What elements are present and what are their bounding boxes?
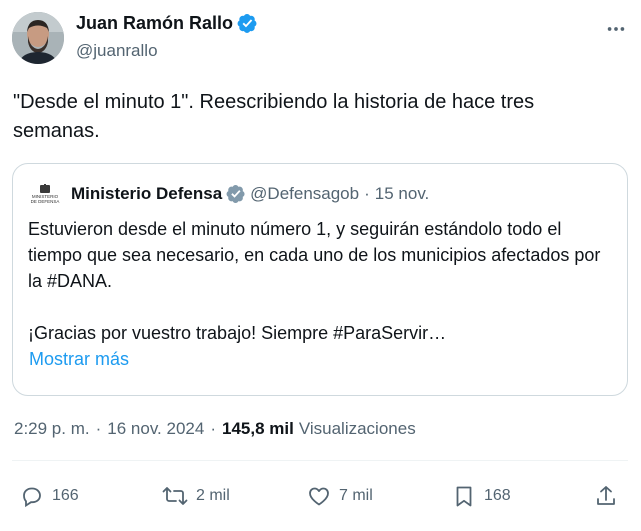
author-display-name[interactable]: Juan Ramón Rallo <box>76 13 233 34</box>
avatar[interactable] <box>12 12 64 64</box>
views-label: Visualizaciones <box>298 419 416 438</box>
bookmark-icon <box>456 486 472 507</box>
tweet-time[interactable]: 2:29 p. m. <box>14 419 90 439</box>
bookmark-count: 168 <box>484 487 511 504</box>
quote-paragraph-2: ¡Gracias por vuestro trabajo! Siempre #P… <box>28 323 447 343</box>
quote-paragraph-1: Estuvieron desde el minuto número 1, y s… <box>28 219 601 291</box>
quoted-tweet[interactable]: MINISTERIO DE DEFENSA Ministerio Defensa… <box>12 163 628 396</box>
reply-count: 166 <box>52 487 79 504</box>
quote-handle[interactable]: @Defensagob <box>250 184 359 204</box>
quote-separator: · <box>364 184 370 203</box>
repost-count: 2 mil <box>196 487 230 504</box>
quote-text: Estuvieron desde el minuto número 1, y s… <box>28 216 618 346</box>
views-count: 145,8 mil <box>222 419 294 438</box>
author-name-row: Juan Ramón Rallo <box>76 13 258 34</box>
bookmark-button[interactable]: 168 <box>452 478 511 514</box>
author-handle[interactable]: @juanrallo <box>76 41 158 61</box>
tweet: Juan Ramón Rallo @juanrallo "Desde el mi… <box>0 0 641 531</box>
more-icon[interactable] <box>601 14 631 44</box>
quote-date[interactable]: 15 nov. <box>375 184 430 204</box>
ministerio-logo: MINISTERIO DE DEFENSA <box>27 182 63 206</box>
logo-text-line-2: DE DEFENSA <box>30 199 60 204</box>
reply-icon <box>23 487 41 508</box>
repost-icon <box>162 487 188 505</box>
like-icon <box>309 487 329 506</box>
reply-button[interactable]: 166 <box>20 478 79 514</box>
action-bar: 166 2 mil 7 mil 168 <box>0 478 641 514</box>
like-button[interactable]: 7 mil <box>307 478 373 514</box>
share-icon <box>597 486 615 505</box>
quote-header: MINISTERIO DE DEFENSA Ministerio Defensa… <box>27 182 429 206</box>
meta-separator-1: · <box>95 419 102 438</box>
tweet-meta: 2:29 p. m. · 16 nov. 2024 · 145,8 mil Vi… <box>14 419 416 439</box>
quote-display-name[interactable]: Ministerio Defensa <box>71 184 222 204</box>
show-more-link[interactable]: Mostrar más <box>29 349 129 370</box>
gray-badge-icon <box>226 184 246 204</box>
verified-badge-icon[interactable] <box>237 13 258 34</box>
like-count: 7 mil <box>339 487 373 504</box>
tweet-date[interactable]: 16 nov. 2024 <box>107 419 204 439</box>
divider <box>12 460 628 461</box>
tweet-text: "Desde el minuto 1". Reescribiendo la hi… <box>13 91 535 142</box>
coat-of-arms-icon <box>40 184 50 193</box>
repost-button[interactable]: 2 mil <box>162 478 230 514</box>
meta-separator-2: · <box>210 419 216 438</box>
share-button[interactable] <box>594 478 618 514</box>
